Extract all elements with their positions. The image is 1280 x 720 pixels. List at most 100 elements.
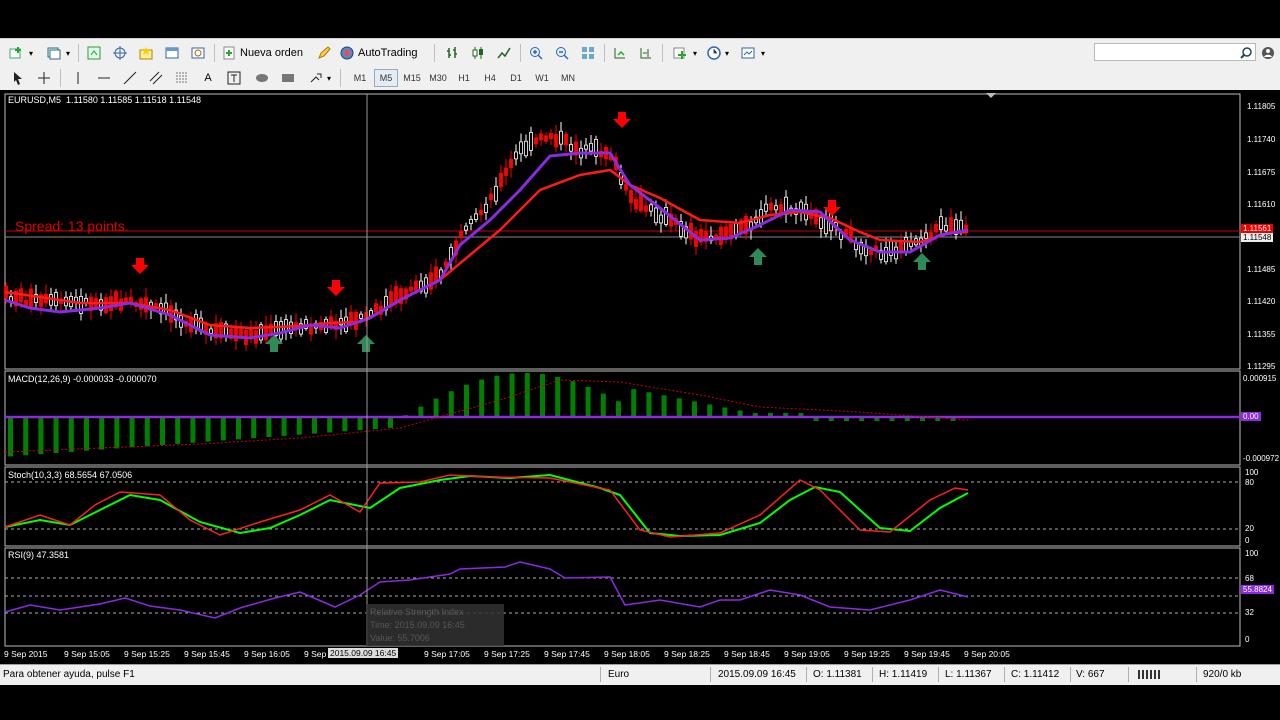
macd-bar <box>296 417 302 435</box>
timeframe-d1[interactable]: D1 <box>504 69 528 87</box>
new-order-button[interactable]: Nueva orden <box>222 43 310 63</box>
fibonacci-button[interactable] <box>172 68 192 88</box>
autotrading-button[interactable]: AutoTrading <box>340 43 426 63</box>
bottom-bar <box>0 685 1280 720</box>
autotrading-icon <box>340 46 354 60</box>
star-folder-icon <box>139 47 153 60</box>
candle-body <box>514 151 518 160</box>
navigator-button[interactable] <box>136 43 156 63</box>
bid-price-label: 1.11548 <box>1241 233 1274 242</box>
rsi-level: 0 <box>1245 635 1250 644</box>
timeframe-m30[interactable]: M30 <box>426 69 450 87</box>
candle-body <box>869 249 873 255</box>
sell-arrow-icon <box>131 258 149 274</box>
line-chart-button[interactable] <box>494 43 514 63</box>
candle-body <box>719 226 723 245</box>
candle-body <box>964 224 968 230</box>
timeframe-m15[interactable]: M15 <box>400 69 424 87</box>
macd-bar <box>357 417 363 431</box>
stoch-level: 0 <box>1245 536 1250 545</box>
macd-bar <box>676 398 682 417</box>
arrows-button[interactable] <box>306 68 326 88</box>
chevron-down-icon[interactable]: ▾ <box>324 68 334 88</box>
macd-bar <box>464 384 469 417</box>
tooltip-name: Relative Strength Index <box>370 607 464 617</box>
templates-icon <box>741 47 755 59</box>
data-window-button[interactable] <box>110 43 130 63</box>
terminal-button[interactable] <box>162 43 182 63</box>
horizontal-line-icon <box>98 77 110 79</box>
profiles-button[interactable] <box>44 43 64 63</box>
horizontal-line-button[interactable] <box>94 68 114 88</box>
candlestick-button[interactable] <box>468 43 488 63</box>
zoom-out-button[interactable] <box>552 43 572 63</box>
new-chart-button[interactable] <box>6 43 26 63</box>
macd-bar <box>479 379 485 417</box>
timeframe-mn[interactable]: MN <box>556 69 580 87</box>
stoch-level: 20 <box>1245 524 1254 533</box>
bar-close: C: 1.11412 <box>1011 669 1060 680</box>
indicators-button[interactable] <box>670 43 690 63</box>
metaeditor-button[interactable] <box>314 43 334 63</box>
search-input[interactable] <box>1094 43 1256 61</box>
chevron-down-icon[interactable]: ▾ <box>758 43 768 63</box>
templates-button[interactable] <box>738 43 758 63</box>
trendline-button[interactable] <box>120 68 140 88</box>
chevron-down-icon[interactable]: ▾ <box>722 43 732 63</box>
sell-arrow-icon <box>327 280 345 296</box>
candle-body <box>924 232 928 239</box>
rectangle-button[interactable] <box>278 68 298 88</box>
macd-histogram <box>8 373 956 457</box>
tooltip-time: Time: 2015.09.09 16:45 <box>370 620 465 630</box>
candle-body <box>949 217 953 234</box>
chart-canvas[interactable] <box>0 90 1280 664</box>
strategy-tester-button[interactable] <box>188 43 208 63</box>
stoch-main-line <box>4 473 969 538</box>
search-icon[interactable] <box>1236 43 1256 63</box>
candle-body <box>939 216 943 230</box>
candle-body <box>554 134 558 148</box>
macd-bar <box>312 417 317 434</box>
vertical-line-button[interactable] <box>68 68 88 88</box>
connection-bars-icon <box>1138 670 1160 679</box>
text-label-button[interactable] <box>224 68 244 88</box>
account-icon[interactable] <box>1258 43 1278 63</box>
drawing-toolbar: A ▾ M1 M5 M15 M30 H1 H4 D1 W1 MN <box>0 66 1280 91</box>
chevron-down-icon[interactable]: ▾ <box>690 43 700 63</box>
bar-chart-button[interactable] <box>442 43 462 63</box>
periods-button[interactable] <box>704 43 724 63</box>
timeframe-w1[interactable]: W1 <box>530 69 554 87</box>
crosshair-button[interactable] <box>34 68 54 88</box>
macd-bar <box>661 395 667 417</box>
market-watch-button[interactable] <box>84 43 104 63</box>
chart-window[interactable]: EURUSD,M5 1.11580 1.11585 1.11518 1.1154… <box>0 90 1280 664</box>
timeframe-h1[interactable]: H1 <box>452 69 476 87</box>
channel-button[interactable] <box>146 68 166 88</box>
macd-bar <box>160 417 165 445</box>
ellipse-button[interactable] <box>252 68 272 88</box>
macd-bar <box>23 417 29 456</box>
fibonacci-icon <box>176 72 188 83</box>
window-icon <box>165 47 179 59</box>
candle-body <box>819 217 823 229</box>
zoom-in-button[interactable] <box>526 43 546 63</box>
macd-bar <box>388 417 393 428</box>
macd-bar <box>68 417 74 452</box>
clock-icon <box>707 46 721 60</box>
candle-body <box>519 141 523 155</box>
chevron-down-icon[interactable]: ▾ <box>63 43 73 63</box>
chevron-down-icon[interactable]: ▾ <box>26 43 36 63</box>
cursor-button[interactable] <box>8 68 28 88</box>
tile-windows-button[interactable] <box>578 43 598 63</box>
plus-document-icon <box>223 46 235 60</box>
candle-body <box>359 313 363 319</box>
timeframe-m1[interactable]: M1 <box>348 69 372 87</box>
macd-top-value: 0.000915 <box>1243 374 1277 383</box>
timeframe-m5[interactable]: M5 <box>374 69 398 87</box>
text-button[interactable]: A <box>198 68 218 88</box>
symbol-header: EURUSD,M5 1.11580 1.11585 1.11518 1.1154… <box>8 95 201 105</box>
candle-body <box>524 140 528 157</box>
chart-shift-button[interactable] <box>636 43 656 63</box>
auto-scroll-button[interactable] <box>610 43 630 63</box>
timeframe-h4[interactable]: H4 <box>478 69 502 87</box>
